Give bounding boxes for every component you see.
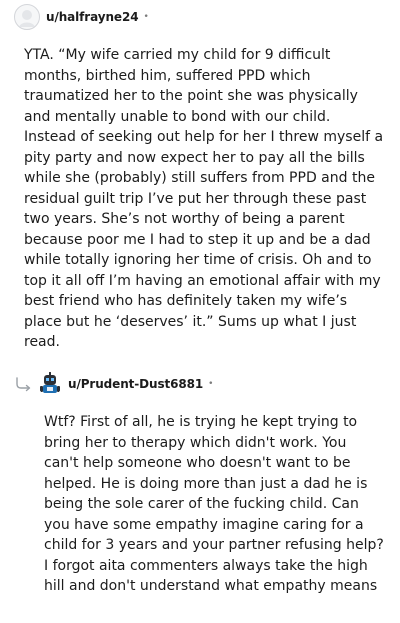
reply-author[interactable]: u/Prudent-Dust6881 [68, 377, 203, 391]
header-separator: • [143, 12, 149, 22]
comment-body: YTA. “My wife carried my child for 9 dif… [24, 47, 384, 350]
comment-header: u/halfrayne24 • [14, 1, 149, 33]
reply-body: Wtf? First of all, he is trying he kept … [44, 414, 384, 594]
reply-arrow-icon [16, 377, 31, 392]
robot-avatar-icon[interactable] [38, 372, 62, 396]
header-separator: • [208, 379, 214, 389]
reply-header: u/Prudent-Dust6881 • [14, 368, 213, 400]
comment-author[interactable]: u/halfrayne24 [46, 10, 139, 24]
default-avatar-icon[interactable] [14, 4, 40, 30]
